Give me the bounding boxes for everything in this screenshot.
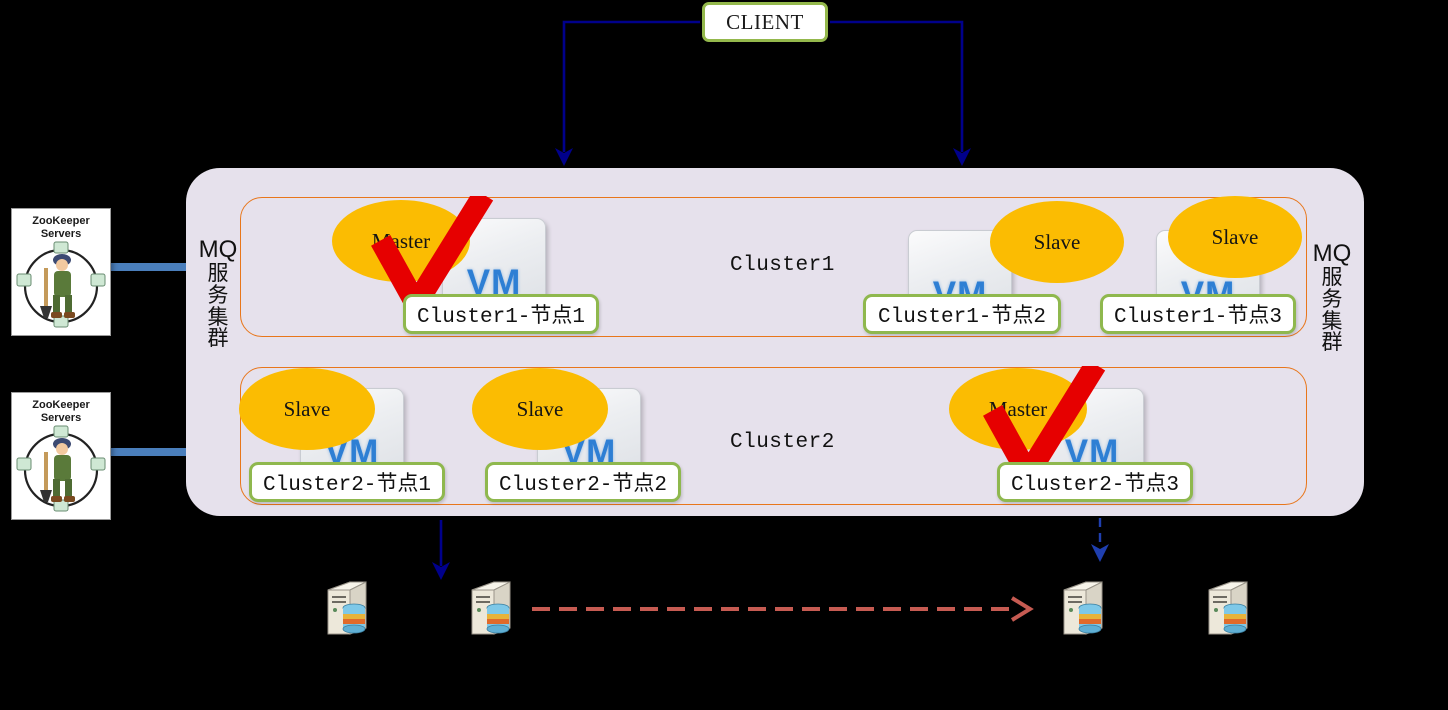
node-label-cluster2-node3[interactable]: Cluster2-节点3 xyxy=(997,462,1193,502)
database-server-1[interactable] xyxy=(324,578,370,638)
cluster-to-server-arrow-dashed xyxy=(1091,518,1109,562)
node-label-cluster1-node3[interactable]: Cluster1-节点3 xyxy=(1100,294,1296,334)
client-to-cluster2-line xyxy=(830,20,964,152)
right-rail-char-3: 群 xyxy=(1321,330,1343,355)
role-label: Slave xyxy=(516,396,564,421)
node-label-cluster2-node2[interactable]: Cluster2-节点2 xyxy=(485,462,681,502)
role-badge-cluster1-node3: Slave xyxy=(1168,196,1302,278)
database-server-3[interactable] xyxy=(1060,578,1106,638)
role-label: Slave xyxy=(1211,224,1259,249)
left-mq-rail-label: MQ 服 务 集 群 xyxy=(198,236,238,351)
right-mq-text: MQ xyxy=(1312,240,1352,267)
replication-arrow xyxy=(532,596,1034,622)
node-label-cluster1-node2[interactable]: Cluster1-节点2 xyxy=(863,294,1061,334)
right-rail-char-2: 集 xyxy=(1321,308,1343,333)
cluster1-title: Cluster1 xyxy=(730,254,835,277)
role-badge-cluster1-node2: Slave xyxy=(990,201,1124,283)
right-mq-rail-label: MQ 服 务 集 群 xyxy=(1312,240,1352,355)
role-label: Slave xyxy=(283,396,331,421)
left-mq-text: MQ xyxy=(198,236,238,263)
cluster-to-server-arrow-solid xyxy=(432,520,450,580)
role-badge-cluster2-node2: Slave xyxy=(472,368,608,450)
zookeeper-servers-bottom[interactable]: ZooKeeper Servers xyxy=(11,392,111,520)
node-label-cluster2-node1[interactable]: Cluster2-节点1 xyxy=(249,462,445,502)
database-server-4[interactable] xyxy=(1205,578,1251,638)
zookeeper-title-top: ZooKeeper Servers xyxy=(32,215,90,240)
zookeeper-logo-icon-top xyxy=(16,241,106,328)
zookeeper-logo-icon-bottom xyxy=(16,425,106,512)
role-badge-cluster2-node3: Master xyxy=(949,368,1087,450)
left-rail-char-0: 服 xyxy=(207,260,229,285)
role-label: Master xyxy=(371,228,431,253)
zookeeper-servers-top[interactable]: ZooKeeper Servers xyxy=(11,208,111,336)
left-rail-char-3: 群 xyxy=(207,326,229,351)
role-badge-cluster2-node1: Slave xyxy=(239,368,375,450)
role-label: Master xyxy=(988,396,1048,421)
right-rail-char-1: 务 xyxy=(1321,286,1343,311)
left-rail-char-1: 务 xyxy=(207,282,229,307)
role-badge-cluster1-node1: Master xyxy=(332,200,470,282)
right-rail-char-0: 服 xyxy=(1321,264,1343,289)
client-to-cluster1-line xyxy=(562,20,700,152)
database-server-2[interactable] xyxy=(468,578,514,638)
node-label-cluster1-node1[interactable]: Cluster1-节点1 xyxy=(403,294,599,334)
left-rail-char-2: 集 xyxy=(207,304,229,329)
cluster2-title: Cluster2 xyxy=(730,431,835,454)
role-label: Slave xyxy=(1033,229,1081,254)
zookeeper-title-bottom: ZooKeeper Servers xyxy=(32,399,90,424)
